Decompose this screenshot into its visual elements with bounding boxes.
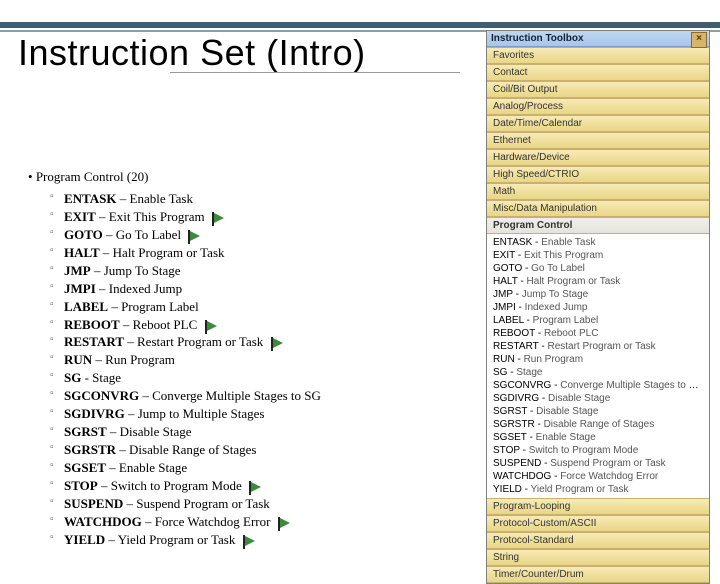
toolbox-title: Instruction Toolbox [491, 33, 584, 44]
toolbox-row[interactable]: SGCONVRG - Converge Multiple Stages to S… [487, 379, 709, 392]
toolbox-row[interactable]: ENTASK - Enable Task [487, 236, 709, 249]
toolbox-row[interactable]: SUSPEND - Suspend Program or Task [487, 457, 709, 470]
toolbox-row[interactable]: HALT - Halt Program or Task [487, 275, 709, 288]
toolbox-row[interactable]: WATCHDOG - Force Watchdog Error [487, 470, 709, 483]
list-item: EXIT – Exit This Program [56, 208, 468, 226]
flag-icon [207, 321, 217, 331]
list-item: SG - Stage [56, 369, 468, 387]
toolbox-group[interactable]: Favorites [487, 47, 709, 64]
toolbox-row[interactable]: RESTART - Restart Program or Task [487, 340, 709, 353]
list-item: SUSPEND – Suspend Program or Task [56, 495, 468, 513]
list-item: SGSET – Enable Stage [56, 459, 468, 477]
list-item: JMPI – Indexed Jump [56, 280, 468, 298]
toolbox-row[interactable]: SGRSTR - Disable Range of Stages [487, 418, 709, 431]
flag-icon [245, 536, 255, 546]
rule-top [0, 22, 720, 28]
list-item: LABEL – Program Label [56, 298, 468, 316]
list-item: HALT – Halt Program or Task [56, 244, 468, 262]
list-item: SGRST – Disable Stage [56, 423, 468, 441]
toolbox-row[interactable]: SGSET - Enable Stage [487, 431, 709, 444]
flag-icon [280, 518, 290, 528]
flag-icon [273, 338, 283, 348]
toolbox-group[interactable]: Coil/Bit Output [487, 81, 709, 98]
list-item: JMP – Jump To Stage [56, 262, 468, 280]
toolbox-rows: ENTASK - Enable TaskEXIT - Exit This Pro… [487, 234, 709, 498]
toolbox-group[interactable]: Protocol-Custom/ASCII [487, 515, 709, 532]
toolbox-row[interactable]: SGRST - Disable Stage [487, 405, 709, 418]
toolbox-group[interactable]: Math [487, 183, 709, 200]
list-item: RESTART – Restart Program or Task [56, 333, 468, 351]
instruction-list: ENTASK – Enable TaskEXIT – Exit This Pro… [56, 190, 468, 549]
toolbox-row[interactable]: JMPI - Indexed Jump [487, 301, 709, 314]
list-item: GOTO – Go To Label [56, 226, 468, 244]
toolbox-row[interactable]: EXIT - Exit This Program [487, 249, 709, 262]
list-item: SGRSTR – Disable Range of Stages [56, 441, 468, 459]
list-item: SGDIVRG – Jump to Multiple Stages [56, 405, 468, 423]
toolbox-group[interactable]: String [487, 549, 709, 566]
toolbox-group[interactable]: Protocol-Standard [487, 532, 709, 549]
list-item: STOP – Switch to Program Mode [56, 477, 468, 495]
flag-icon [251, 482, 261, 492]
toolbox-row[interactable]: STOP - Switch to Program Mode [487, 444, 709, 457]
list-item: RUN – Run Program [56, 351, 468, 369]
toolbox-row[interactable]: YIELD - Yield Program or Task [487, 483, 709, 496]
toolbox-group[interactable]: Timer/Counter/Drum [487, 566, 709, 583]
toolbox-group[interactable]: Ethernet [487, 132, 709, 149]
toolbox-group[interactable]: Program-Looping [487, 498, 709, 515]
toolbox-group[interactable]: High Speed/CTRIO [487, 166, 709, 183]
toolbox-row[interactable]: LABEL - Program Label [487, 314, 709, 327]
list-item: REBOOT – Reboot PLC [56, 316, 468, 334]
toolbox-group[interactable]: Analog/Process [487, 98, 709, 115]
toolbox-row[interactable]: GOTO - Go To Label [487, 262, 709, 275]
list-item: WATCHDOG – Force Watchdog Error [56, 513, 468, 531]
list-item: SGCONVRG – Converge Multiple Stages to S… [56, 387, 468, 405]
rule-short [170, 72, 460, 73]
toolbox-row[interactable]: REBOOT - Reboot PLC [487, 327, 709, 340]
toolbox-row[interactable]: JMP - Jump To Stage [487, 288, 709, 301]
toolbox-group[interactable]: Misc/Data Manipulation [487, 200, 709, 217]
toolbox-row[interactable]: SG - Stage [487, 366, 709, 379]
list-lead: Program Control (20) [28, 168, 468, 186]
toolbox-group[interactable]: Contact [487, 64, 709, 81]
flag-icon [190, 231, 200, 241]
content-area: Program Control (20) ENTASK – Enable Tas… [28, 168, 468, 549]
toolbox-titlebar: Instruction Toolbox × [487, 31, 709, 47]
flag-icon [214, 213, 224, 223]
toolbox-group-open[interactable]: Program Control [487, 217, 709, 234]
instruction-toolbox: Instruction Toolbox × FavoritesContactCo… [486, 30, 710, 584]
close-icon[interactable]: × [691, 32, 707, 48]
toolbox-group[interactable]: Date/Time/Calendar [487, 115, 709, 132]
page-title: Instruction Set (Intro) [18, 32, 366, 74]
toolbox-row[interactable]: SGDIVRG - Disable Stage [487, 392, 709, 405]
toolbox-row[interactable]: RUN - Run Program [487, 353, 709, 366]
list-item: ENTASK – Enable Task [56, 190, 468, 208]
toolbox-group[interactable]: Hardware/Device [487, 149, 709, 166]
